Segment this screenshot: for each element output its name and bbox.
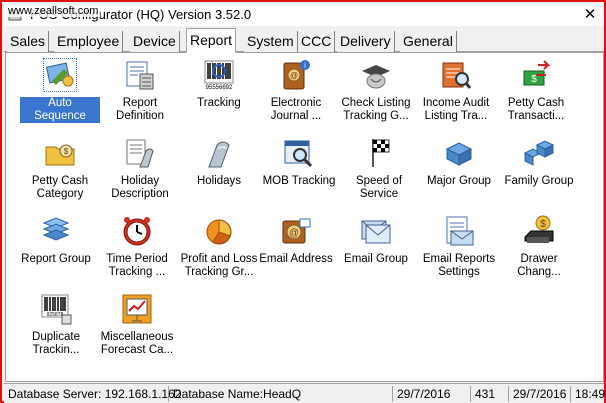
status-time: 18:49 [570,386,605,402]
tile-holiday-description[interactable]: Holiday Description [100,135,180,207]
tab-bar: Sales Employee Device Report System CCC … [4,28,604,53]
svg-text:i: i [304,61,306,70]
tile-tracking[interactable]: 95556692 Tracking [179,57,259,129]
major-group-icon [445,142,473,166]
tile-label: Family Group [504,175,574,187]
status-bar: Database Server: 192.168.1.162 Database … [4,383,605,403]
tile-label: Auto Sequence [20,97,100,123]
tile-email-address[interactable]: @ Email Address [256,213,336,285]
tile-label: Email Reports Settings [422,253,496,278]
tile-email-reports-settings[interactable]: Email Reports Settings [419,213,499,285]
email-group-icon [361,220,391,244]
profit-and-loss-icon [206,219,232,245]
speed-of-service-icon [372,139,390,167]
tile-income-audit[interactable]: Income Audit Listing Tra... [416,57,496,129]
tile-email-group[interactable]: Email Group [336,213,416,285]
tile-label: Speed of Service [355,175,403,200]
email-reports-settings-icon [446,216,474,246]
petty-cash-category-icon: $ [45,144,75,166]
svg-text:95556692: 95556692 [206,85,233,91]
email-address-icon: @ [282,218,311,244]
svg-text:@: @ [289,228,299,239]
tile-label: MOB Tracking [262,175,336,187]
tile-label: Drawer Chang... [517,253,561,278]
tile-petty-cash-category[interactable]: $ Petty Cash Category [20,135,100,207]
petty-cash-transaction-icon: $ [523,60,551,86]
tile-drawer-change[interactable]: $ Drawer Chang... [499,213,579,285]
status-date: 29/7/2016 [392,386,450,402]
svg-text:@: @ [290,71,298,80]
tile-label: Email Address [259,253,333,265]
tile-label: Holiday Description [111,175,169,200]
tab-general[interactable]: General [400,31,457,52]
tile-label: Major Group [427,175,491,187]
tile-label: Time Period Tracking ... [106,253,168,278]
tile-label: Petty Cash Transacti... [507,97,565,122]
svg-text:925878: 925878 [47,312,64,318]
tile-label: Holidays [196,175,242,187]
app-window: POS Configurator (HQ) Version 3.52.0 www… [0,0,606,403]
tab-report[interactable]: Report [186,28,237,53]
report-definition-icon [126,61,154,90]
check-listing-icon [362,65,390,89]
income-audit-icon [442,62,472,89]
tab-employee[interactable]: Employee [54,31,124,52]
barcode-tracking-icon: 95556692 [204,60,234,91]
tile-label: Tracking [197,97,241,109]
drawer-change-icon: $ [524,215,554,243]
tile-major-group[interactable]: Major Group [419,135,499,207]
tab-delivery[interactable]: Delivery [337,31,395,52]
svg-text:$: $ [540,219,546,230]
electronic-journal-icon: @ i [283,60,310,90]
tile-duplicate-tracking[interactable]: 925878 Duplicate Trackin... [16,291,96,363]
tile-check-listing[interactable]: Check Listing Tracking G... [336,57,416,129]
status-database-name: Database Name:HeadQ [168,386,301,402]
tile-mob-tracking[interactable]: MOB Tracking [259,135,339,207]
tile-holidays[interactable]: Holidays [179,135,259,207]
tile-label: Report Definition [116,97,164,122]
tile-electronic-journal[interactable]: @ i Electronic Journal ... [256,57,336,129]
holiday-description-icon [126,139,154,168]
close-button[interactable]: ✕ [582,7,598,23]
tile-petty-cash-transaction[interactable]: $ Petty Cash Transacti... [496,57,576,129]
title-bar: POS Configurator (HQ) Version 3.52.0 www… [4,4,604,26]
tile-family-group[interactable]: Family Group [499,135,579,207]
tile-time-period[interactable]: Time Period Tracking ... [97,213,177,285]
tile-label: Electronic Journal ... [270,97,322,122]
family-group-icon [523,140,555,166]
tile-miscellaneous-forecast[interactable]: Miscellaneous Forecast Ca... [97,291,177,363]
status-count: 431 [470,386,495,402]
tile-label: Report Group [21,253,91,265]
report-group-icon [42,217,70,241]
duplicate-tracking-icon: 925878 [41,294,72,325]
watermark: www.zeallsoft.com [6,5,101,17]
tile-label: Check Listing Tracking G... [341,97,411,122]
tile-speed-of-service[interactable]: Speed of Service [339,135,419,207]
tile-label: Income Audit Listing Tra... [422,97,490,122]
svg-text:$: $ [64,147,69,156]
tile-label: Duplicate Trackin... [32,331,80,356]
tab-system[interactable]: System [244,31,298,52]
tile-label: Petty Cash Category [31,175,89,200]
tile-report-group[interactable]: Report Group [16,213,96,285]
status-date-secondary: 29/7/2016 [508,386,566,402]
tile-auto-sequence[interactable]: Auto Sequence [20,57,100,129]
status-database-server: Database Server: 192.168.1.162 [8,387,182,401]
tab-device[interactable]: Device [130,31,180,52]
tab-sales[interactable]: Sales [7,31,50,52]
tab-ccc[interactable]: CCC [298,31,336,52]
tile-label: Profit and Loss Tracking Gr... [180,253,258,278]
tile-label: Email Group [344,253,408,265]
auto-sequence-icon [43,58,77,92]
tile-label: Miscellaneous Forecast Ca... [100,331,174,356]
mob-tracking-icon [284,140,313,168]
report-panel: Auto Sequence Report Definition 95556692 T… [5,52,604,382]
tile-profit-and-loss[interactable]: Profit and Loss Tracking Gr... [179,213,259,285]
time-period-icon [123,217,151,246]
tile-report-definition[interactable]: Report Definition [100,57,180,129]
miscellaneous-forecast-icon [122,294,152,324]
holidays-icon [208,141,230,168]
